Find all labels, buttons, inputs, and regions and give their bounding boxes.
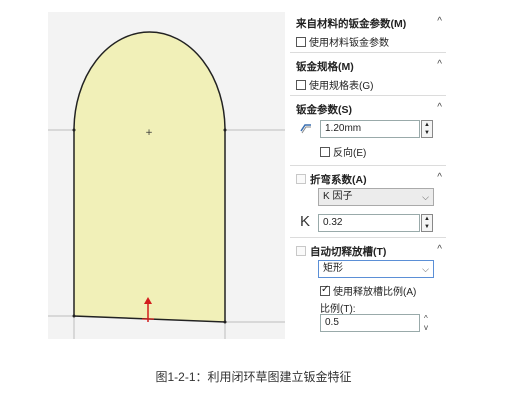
ratio-input[interactable]: 0.5 <box>320 314 420 332</box>
collapse-chevron-icon[interactable]: ^ <box>437 102 442 113</box>
section-title[interactable]: 钣金规格(M) <box>296 59 354 74</box>
section-title[interactable]: 钣金参数(S) <box>296 102 352 117</box>
select-value: K 因子 <box>323 191 353 202</box>
reverse-direction-option[interactable]: 反向(E) <box>320 144 366 159</box>
arc-center-point: + <box>145 128 153 138</box>
relief-type-select[interactable]: 矩形 ⌵ <box>318 260 434 278</box>
ratio-spinner[interactable]: ^ v <box>424 314 428 332</box>
checkbox-icon[interactable] <box>296 79 306 90</box>
ratio-label: 比例(T): <box>320 304 356 315</box>
k-factor-spinner[interactable]: ▲ ▼ <box>421 214 433 232</box>
section-checkbox[interactable] <box>296 174 306 184</box>
chevron-down-icon: ⌵ <box>422 264 429 274</box>
figure-caption: 图1-2-1：利用闭环草图建立钣金特征 <box>155 370 352 384</box>
section-title[interactable]: 来自材料的钣金参数(M) <box>296 16 406 31</box>
sketch-point[interactable] <box>72 128 76 132</box>
select-value: 矩形 <box>323 263 343 274</box>
collapse-chevron-icon[interactable]: ^ <box>437 172 442 183</box>
sheet-params-section: 钣金参数(S) ^ 1.20mm ▲ ▼ 反向(E) <box>290 98 446 166</box>
section-title[interactable]: 自动切释放槽(T) <box>310 244 386 259</box>
bend-allowance-type-select[interactable]: K 因子 ⌵ <box>318 188 434 206</box>
collapse-chevron-icon[interactable]: ^ <box>437 16 442 27</box>
sketch-point[interactable] <box>223 320 227 324</box>
k-factor-input[interactable]: 0.32 <box>318 214 420 232</box>
closed-sketch-profile[interactable] <box>73 31 226 323</box>
section-title[interactable]: 折弯系数(A) <box>310 172 367 187</box>
sketch-canvas[interactable]: + <box>48 12 285 339</box>
use-gauge-table-option[interactable]: 使用规格表(G) <box>296 77 373 92</box>
auto-relief-section: 自动切释放槽(T) ^ 矩形 ⌵ 使用释放槽比例(A) 比例(T): 0.5 ^… <box>290 240 446 340</box>
checkbox-icon[interactable] <box>296 36 306 47</box>
sketch-point[interactable] <box>223 128 227 132</box>
checkbox-label: 使用释放槽比例(A) <box>333 287 417 298</box>
bend-allowance-section: 折弯系数(A) ^ K 因子 ⌵ K 0.32 ▲ ▼ <box>290 168 446 238</box>
gauge-section: 钣金规格(M) ^ 使用规格表(G) <box>290 55 446 96</box>
checkbox-label: 反向(E) <box>333 148 367 159</box>
checkbox-label: 使用材料钣金参数 <box>309 38 389 49</box>
use-material-params-option[interactable]: 使用材料钣金参数 <box>296 34 389 49</box>
thickness-spinner[interactable]: ▲ ▼ <box>421 120 433 138</box>
collapse-chevron-icon[interactable]: ^ <box>437 244 442 255</box>
sketch-point[interactable] <box>72 314 76 318</box>
graphics-viewport[interactable]: + <box>48 12 285 339</box>
use-relief-ratio-option[interactable]: 使用释放槽比例(A) <box>320 283 416 298</box>
collapse-chevron-icon[interactable]: ^ <box>437 59 442 70</box>
thickness-input[interactable]: 1.20mm <box>320 120 420 138</box>
property-manager-panel: 来自材料的钣金参数(M) ^ 使用材料钣金参数 钣金规格(M) ^ 使用规格表(… <box>290 12 446 340</box>
section-checkbox[interactable] <box>296 246 306 256</box>
k-factor-icon: K <box>300 213 311 230</box>
checkbox-checked-icon[interactable] <box>320 284 330 296</box>
checkbox-icon[interactable] <box>320 146 330 157</box>
material-params-section: 来自材料的钣金参数(M) ^ 使用材料钣金参数 <box>290 12 446 53</box>
checkbox-label: 使用规格表(G) <box>309 81 374 92</box>
chevron-down-icon: ⌵ <box>422 192 429 202</box>
thickness-icon <box>300 124 311 134</box>
